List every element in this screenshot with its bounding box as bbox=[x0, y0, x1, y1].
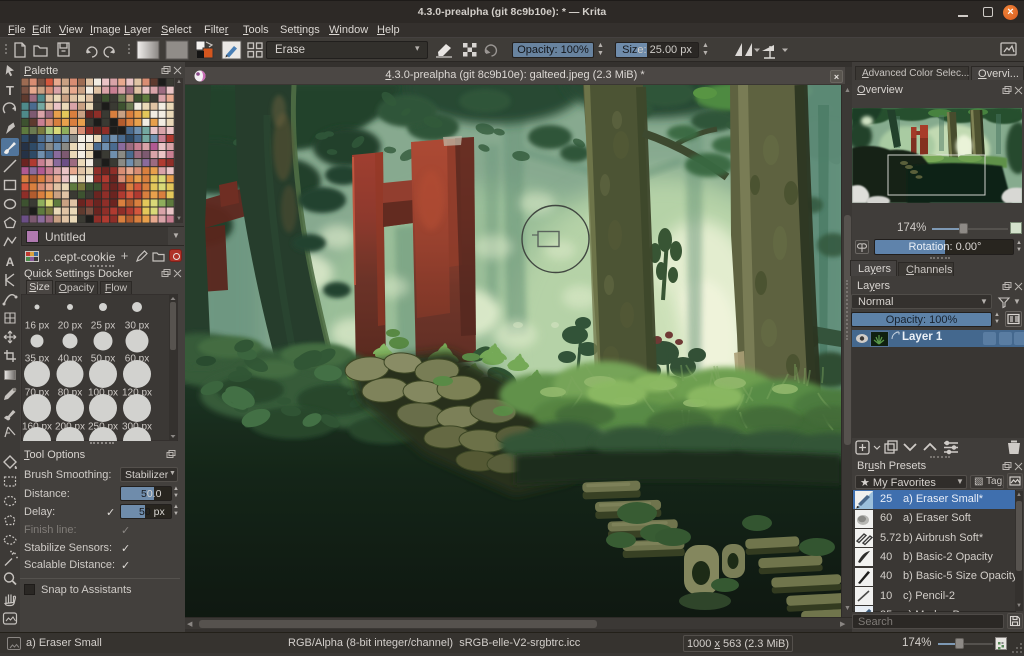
svg-text:25 px: 25 px bbox=[91, 321, 115, 332]
svg-text:16 px: 16 px bbox=[25, 321, 49, 332]
svg-text:20 px: 20 px bbox=[58, 321, 82, 332]
svg-text:A: A bbox=[6, 255, 15, 269]
svg-text:T: T bbox=[6, 83, 14, 98]
